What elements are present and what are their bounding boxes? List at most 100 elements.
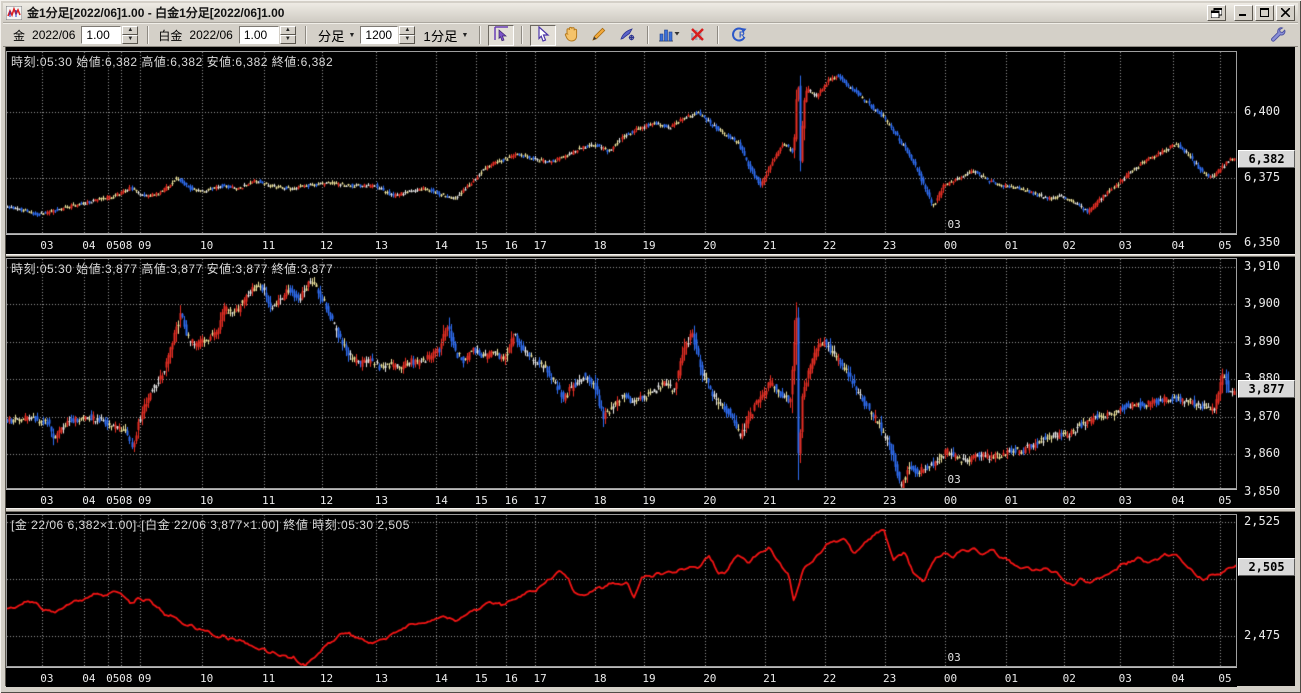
- refresh-button[interactable]: R: [726, 25, 752, 46]
- platinum-multiplier-input[interactable]: 1.00: [238, 26, 279, 44]
- titlebar[interactable]: 金1分足[2022/06]1.00 - 白金1分足[2022/06]1.00: [3, 3, 1298, 23]
- time-axis-label: 05: [1218, 672, 1232, 685]
- select-tool-button[interactable]: [530, 24, 557, 46]
- spread-chart-panel: [金 22/06 6,382×1.00]-[白金 22/06 3,877×1.0…: [6, 512, 1295, 687]
- time-axis-label: 19: [642, 494, 656, 507]
- time-axis-label: 08: [119, 494, 133, 507]
- toolbar-separator: [717, 26, 720, 44]
- time-axis-label: 14: [434, 239, 448, 252]
- bar-count-down-button[interactable]: ▼: [399, 35, 416, 44]
- time-axis-label: 11: [261, 494, 276, 507]
- time-axis-label: 19: [642, 239, 656, 252]
- toolbar-separator: [479, 26, 482, 44]
- price-axis-label: 6,375: [1244, 169, 1281, 184]
- toolbar-separator: [304, 26, 307, 44]
- gold-date-label: 03: [947, 218, 961, 231]
- time-axis-label: 14: [434, 494, 448, 507]
- minimize-button[interactable]: [1234, 4, 1253, 21]
- gold-multiplier-spinner: 1.00 ▲ ▼: [81, 26, 139, 44]
- time-axis-label: 04: [82, 672, 96, 685]
- toolbar-separator: [521, 26, 524, 44]
- time-axis-label: 17: [533, 494, 547, 507]
- time-axis-label: 13: [374, 239, 389, 252]
- time-axis-label: 17: [533, 672, 547, 685]
- time-axis-label: 03: [40, 494, 54, 507]
- price-axis-label: 2,525: [1244, 514, 1281, 528]
- platinum-multiplier-up-button[interactable]: ▲: [279, 26, 296, 35]
- gold-time-axis: 03 04 05 08 09 10 11 12 13 14 15 16 17 18 19 20 21 22 23 00…: [6, 234, 1237, 254]
- spread-time-axis: 03 04 05 08 09 10 11 12 13 14 15 16 17 18 19 20 21 22 23 00…: [6, 667, 1237, 687]
- time-axis-label: 20: [703, 494, 717, 507]
- time-axis-label: 18: [593, 494, 607, 507]
- cascade-window-button[interactable]: [1207, 4, 1226, 21]
- chevron-down-icon: ▼: [461, 31, 469, 39]
- time-axis-label: 03: [1118, 494, 1132, 507]
- spread-plot: [金 22/06 6,382×1.00]-[白金 22/06 3,877×1.0…: [6, 514, 1237, 667]
- time-axis-label: 22: [823, 239, 837, 252]
- spread-chart-canvas[interactable]: [7, 515, 1236, 666]
- time-axis-label: 15: [474, 494, 488, 507]
- platinum-multiplier-spinner: 1.00 ▲ ▼: [238, 26, 296, 44]
- pencil-icon: [591, 26, 607, 45]
- bar-count-up-button[interactable]: ▲: [399, 26, 416, 35]
- draw-line-tool-button[interactable]: [586, 25, 612, 46]
- time-axis-label: 20: [703, 239, 717, 252]
- app-icon: [6, 5, 22, 20]
- pan-tool-button[interactable]: [558, 25, 584, 46]
- platinum-symbol-label: 白金: [158, 28, 183, 43]
- platinum-multiplier-down-button[interactable]: ▼: [279, 35, 296, 44]
- price-axis-label: 3,850: [1244, 483, 1281, 498]
- settings-button[interactable]: [1264, 25, 1290, 46]
- gold-ohlc-info: 時刻:05:30 始値:6,382 高値:6,382 安値:6,382 終値:6…: [11, 55, 334, 69]
- window-title: 金1分足[2022/06]1.00 - 白金1分足[2022/06]1.00: [27, 6, 285, 20]
- time-axis-label: 05: [106, 672, 120, 685]
- time-axis-label: 04: [1171, 672, 1185, 685]
- platinum-month-select[interactable]: 2022/06: [189, 28, 232, 42]
- time-axis-label: 02: [1062, 239, 1076, 252]
- time-axis-label: 16: [504, 672, 518, 685]
- time-axis-label: 22: [823, 494, 837, 507]
- interval-dropdown[interactable]: 1分足 ▼: [418, 24, 473, 47]
- gold-chart-canvas[interactable]: [7, 52, 1236, 233]
- chart-cursor-icon: [493, 25, 510, 45]
- time-axis-label: 11: [261, 672, 276, 685]
- time-axis-label: 12: [319, 494, 334, 507]
- time-axis-label: 10: [200, 239, 214, 252]
- annotation-pen-tool-button[interactable]: [614, 25, 640, 46]
- bar-type-dropdown[interactable]: 分足 ▼: [313, 24, 361, 47]
- gold-multiplier-up-button[interactable]: ▲: [122, 26, 139, 35]
- time-axis-label: 05: [1218, 494, 1232, 507]
- platinum-current-price-badge: 3,877: [1238, 380, 1295, 399]
- gold-chart-panel: 時刻:05:30 始値:6,382 高値:6,382 安値:6,382 終値:6…: [6, 47, 1295, 254]
- time-axis-label: 22: [823, 672, 837, 685]
- time-axis-label: 04: [82, 239, 96, 252]
- gold-multiplier-down-button[interactable]: ▼: [122, 35, 139, 44]
- time-axis-label: 01: [1004, 672, 1019, 685]
- time-axis-label: 03: [40, 239, 54, 252]
- time-axis-label: 09: [138, 494, 152, 507]
- maximize-button[interactable]: [1255, 4, 1274, 21]
- platinum-plot: 時刻:05:30 始値:3,877 高値:3,877 安値:3,877 終値:3…: [6, 258, 1237, 489]
- price-axis-label: 6,400: [1244, 104, 1281, 119]
- chevron-down-icon: ▼: [348, 31, 356, 39]
- time-axis-label: 12: [319, 239, 334, 252]
- wrench-icon: [1269, 26, 1286, 45]
- bar-count-input[interactable]: 1200: [360, 26, 399, 44]
- time-axis-label: 02: [1062, 672, 1076, 685]
- spread-price-axis: 2,525 2,475 2,450: [1239, 514, 1295, 686]
- toolbar-separator: [147, 26, 150, 44]
- gold-month-select[interactable]: 2022/06: [32, 28, 75, 42]
- hand-icon: [563, 26, 580, 45]
- time-axis-label: 02: [1062, 494, 1076, 507]
- spread-info: [金 22/06 6,382×1.00]-[白金 22/06 3,877×1.0…: [11, 518, 410, 532]
- chart-type-button[interactable]: [656, 25, 682, 46]
- platinum-ohlc-info: 時刻:05:30 始値:3,877 高値:3,877 安値:3,877 終値:3…: [11, 262, 334, 276]
- delete-chart-button[interactable]: [684, 25, 710, 46]
- close-button[interactable]: [1276, 4, 1295, 21]
- platinum-chart-canvas[interactable]: [7, 259, 1236, 488]
- chart-cursor-tool-button[interactable]: [488, 24, 515, 46]
- time-axis-label: 23: [883, 672, 897, 685]
- gold-multiplier-input[interactable]: 1.00: [81, 26, 122, 44]
- time-axis-label: 14: [434, 672, 448, 685]
- price-axis-label: 6,350: [1244, 235, 1281, 250]
